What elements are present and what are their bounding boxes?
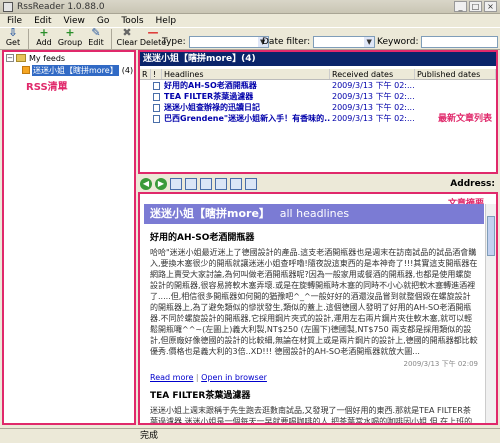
headline-text: 巴西Grendene"迷迷小姐新入手！有香味的... [164,114,330,123]
keyword-input[interactable] [421,36,499,48]
post-body: 迷迷小姐上週末跟稱于先生跑去逛數南試品,又發現了一個好用的東西.那就是TEA F… [150,406,473,424]
tree-root[interactable]: − My feeds [4,52,134,64]
home-icon[interactable] [200,177,212,190]
date-filter-label: Date filter: [262,37,311,47]
article-content: 迷迷小姐【瞎拼more】 all headlines 好用的AH-SO老酒開瓶器… [144,204,484,424]
headlines-pane: 迷迷小姐【瞎拼more】(4) R ! Headlines Received d… [138,50,498,174]
scrollbar-thumb[interactable] [487,216,495,256]
folder-icon [16,54,26,62]
post-body: 哈哈"迷迷小姐最近迷上了德國設計的產品.這支老酒開瓶器也是週末在訪南試品的試品酒… [150,248,478,356]
menu-help[interactable]: Help [151,16,182,26]
tree-root-label: My feeds [29,53,66,63]
refresh-icon[interactable] [170,177,182,190]
rss-feed-icon [22,66,30,74]
edit-icon: ✎ [91,26,101,39]
browser-toolbar: ◀ ▶ Address: [138,176,498,191]
group-icon: + [65,26,75,39]
rss-list-annotation: RSS清單 [26,82,68,93]
feed-label: 迷迷小姐【瞎拼more】 [32,64,119,76]
menu-tools[interactable]: Tools [116,16,148,26]
type-filter: Type: ▼ [162,36,269,48]
menu-edit[interactable]: Edit [29,16,56,26]
print-icon[interactable] [245,177,257,190]
article-pane: 文章摘要 迷迷小姐【瞎拼more】 all headlines 好用的AH-SO… [138,192,498,425]
received-date: 2009/3/13 下午 02:... [332,103,415,112]
forward-icon[interactable]: ▶ [155,177,167,190]
group-button[interactable]: + Group [57,26,83,50]
feed-count: (4) [121,65,134,75]
page-icon [153,81,160,90]
maximize-button[interactable]: □ [469,1,482,12]
add-button[interactable]: + Add [31,26,57,50]
page-icon [153,114,160,123]
headlines-annotation: 最新文章列表 [437,114,492,124]
window-title: RssReader 1.0.88.0 [17,1,105,12]
get-button[interactable]: ⇩ Get [0,26,26,50]
date-filter: Date filter: ▼ [262,36,376,48]
read-more-link[interactable]: Read more [150,373,193,382]
close-button[interactable]: × [484,1,497,12]
menu-bar: File Edit View Go Tools Help [0,14,500,27]
feed-tree: − My feeds 迷迷小姐【瞎拼more】 (4) RSS清單 [2,50,136,425]
clear-button[interactable]: ✖ Clear [114,26,140,50]
received-date: 2009/3/13 下午 02:... [332,114,415,123]
clear-icon: ✖ [122,26,132,39]
tree-feed-item[interactable]: 迷迷小姐【瞎拼more】 (4) [4,64,134,76]
headlines-title: 迷迷小姐【瞎拼more】(4) [140,52,496,66]
headline-text: 迷迷小姐查辦祿的迅讀日記 [164,103,260,112]
date-filter-select[interactable]: ▼ [313,36,376,48]
post-links: Read more | Open in browser [150,373,478,382]
keyword-filter: Keyword: [377,36,499,48]
minimize-button[interactable]: _ [454,1,467,12]
keyword-label: Keyword: [377,37,419,47]
headline-text: 好用的AH-SO老酒開瓶器 [164,81,257,90]
toolbar-separator [28,29,29,49]
type-label: Type: [162,37,186,47]
chevron-down-icon: ▼ [364,37,375,47]
toolbar-separator [111,29,112,49]
post-title[interactable]: TEA FILTER茶葉過濾器 [150,388,484,401]
table-row[interactable]: 好用的AH-SO老酒開瓶器 2009/3/13 下午 02:... [140,80,496,91]
menu-view[interactable]: View [59,16,90,26]
article-banner: 迷迷小姐【瞎拼more】 all headlines [144,204,484,224]
menu-file[interactable]: File [2,16,27,26]
banner-title: 迷迷小姐【瞎拼more】 [150,207,270,220]
status-bar: 完成 [0,428,500,443]
article-scrollbar[interactable] [485,204,496,423]
edit-button[interactable]: ✎ Edit [83,26,109,50]
col-headlines[interactable]: Headlines [162,69,330,79]
type-select[interactable]: ▼ [188,36,269,48]
received-date: 2009/3/13 下午 02:... [332,81,415,90]
received-date: 2009/3/13 下午 02:... [332,92,415,101]
layout-alt-icon[interactable] [230,177,242,190]
delete-icon: — [147,26,159,39]
headline-text: TEA FILTER茶葉過濾器 [164,92,254,101]
title-bar: RssReader 1.0.88.0 _ □ × [0,0,500,14]
get-icon: ⇩ [8,26,18,39]
collapse-icon[interactable]: − [6,54,14,62]
stop-icon[interactable] [185,177,197,190]
layout-icon[interactable] [215,177,227,190]
add-icon: + [39,26,49,39]
banner-subtitle: all headlines [279,207,350,220]
col-flag[interactable]: ! [151,69,162,79]
page-icon [153,103,160,112]
post-date: 2009/3/13 下午 02:09 [403,360,478,368]
col-read[interactable]: R [140,69,151,79]
page-icon [153,92,160,101]
col-published[interactable]: Published dates [415,69,496,79]
open-in-browser-link[interactable]: Open in browser [201,373,267,382]
address-label: Address: [450,178,495,189]
menu-go[interactable]: Go [92,16,114,26]
post-title[interactable]: 好用的AH-SO老酒開瓶器 [150,230,484,243]
col-received[interactable]: Received dates [330,69,415,79]
table-row[interactable]: TEA FILTER茶葉過濾器 2009/3/13 下午 02:... [140,91,496,102]
app-icon [3,1,13,12]
link-separator: | [195,373,199,382]
headlines-header: R ! Headlines Received dates Published d… [140,69,496,80]
back-icon[interactable]: ◀ [140,177,152,190]
